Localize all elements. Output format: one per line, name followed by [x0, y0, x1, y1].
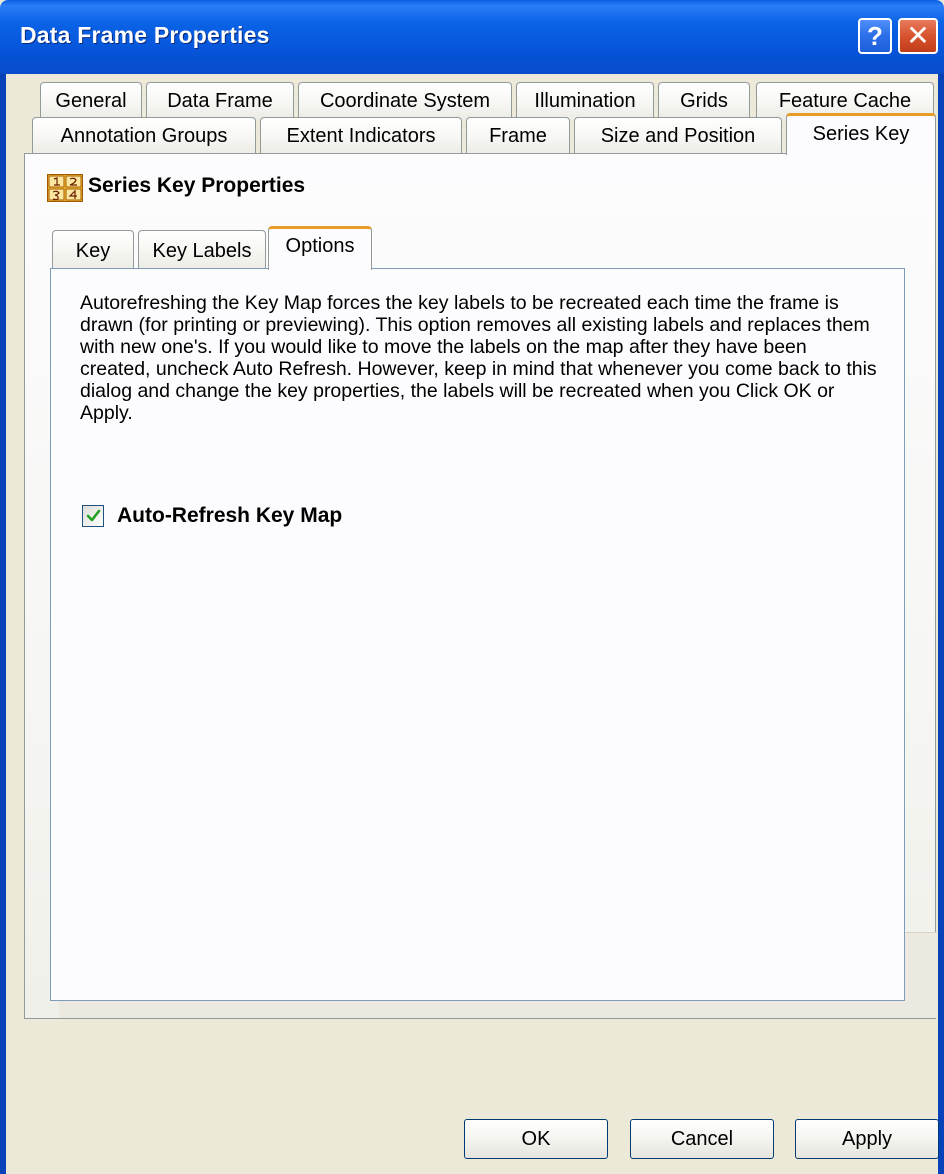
window-title: Data Frame Properties — [20, 22, 270, 48]
auto-refresh-checkbox[interactable] — [82, 505, 104, 527]
dialog-window: Data Frame Properties ? ✕ General Data F… — [0, 0, 944, 1174]
cancel-button[interactable]: Cancel — [630, 1119, 774, 1159]
tab-size-and-position[interactable]: Size and Position — [574, 117, 782, 155]
tab-extent-indicators[interactable]: Extent Indicators — [260, 117, 462, 155]
tab-frame[interactable]: Frame — [466, 117, 570, 155]
tab-annotation-groups[interactable]: Annotation Groups — [32, 117, 256, 155]
ok-button[interactable]: OK — [464, 1119, 608, 1159]
check-icon — [86, 509, 101, 522]
auto-refresh-label[interactable]: Auto-Refresh Key Map — [117, 504, 342, 528]
close-button[interactable]: ✕ — [898, 18, 938, 54]
window-border-right — [938, 74, 944, 1174]
tab-data-frame[interactable]: Data Frame — [146, 82, 294, 120]
tab-general[interactable]: General — [40, 82, 142, 120]
tab-coordinate-system[interactable]: Coordinate System — [298, 82, 512, 120]
section-title: Series Key Properties — [88, 174, 306, 197]
subtab-key-labels[interactable]: Key Labels — [138, 230, 266, 270]
subtab-key[interactable]: Key — [52, 230, 134, 270]
auto-refresh-description: Autorefreshing the Key Map forces the ke… — [80, 292, 877, 424]
tab-grids[interactable]: Grids — [658, 82, 750, 120]
title-bar[interactable]: Data Frame Properties ? ✕ — [0, 0, 944, 74]
subtab-options[interactable]: Options — [268, 226, 372, 270]
tab-series-key[interactable]: Series Key — [786, 113, 936, 155]
tab-illumination[interactable]: Illumination — [516, 82, 654, 120]
series-key-icon — [47, 174, 83, 202]
window-border-left — [0, 74, 6, 1174]
help-button[interactable]: ? — [858, 18, 892, 54]
apply-button[interactable]: Apply — [795, 1119, 939, 1159]
